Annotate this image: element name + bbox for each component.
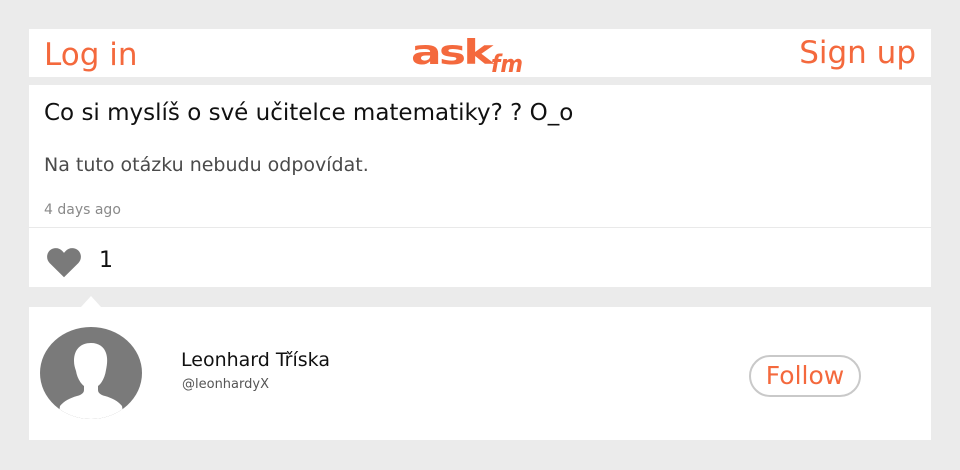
- like-count: 1: [99, 248, 113, 273]
- user-name[interactable]: Leonhard Tříska: [181, 347, 330, 373]
- user-handle[interactable]: @leonhardyX: [182, 376, 269, 394]
- top-header: Log in ask fm Sign up: [29, 29, 931, 77]
- divider: [29, 227, 931, 228]
- avatar[interactable]: [40, 327, 142, 419]
- question-card: Co si myslíš o své učitelce matematiky? …: [29, 85, 931, 287]
- svg-text:fm: fm: [491, 50, 523, 77]
- svg-text:ask: ask: [411, 37, 496, 73]
- follow-button[interactable]: Follow: [749, 355, 861, 397]
- askfm-logo[interactable]: ask fm: [411, 37, 526, 77]
- user-card: Leonhard Tříska @leonhardyX Follow: [29, 307, 931, 440]
- answer-text: Na tuto otázku nebudu odpovídat.: [44, 154, 369, 176]
- signup-link[interactable]: Sign up: [799, 35, 916, 71]
- question-text: Co si myslíš o své učitelce matematiky? …: [44, 100, 574, 126]
- timestamp[interactable]: 4 days ago: [44, 200, 121, 220]
- card-pointer: [81, 296, 101, 307]
- heart-icon[interactable]: [45, 246, 83, 278]
- login-link[interactable]: Log in: [44, 37, 137, 73]
